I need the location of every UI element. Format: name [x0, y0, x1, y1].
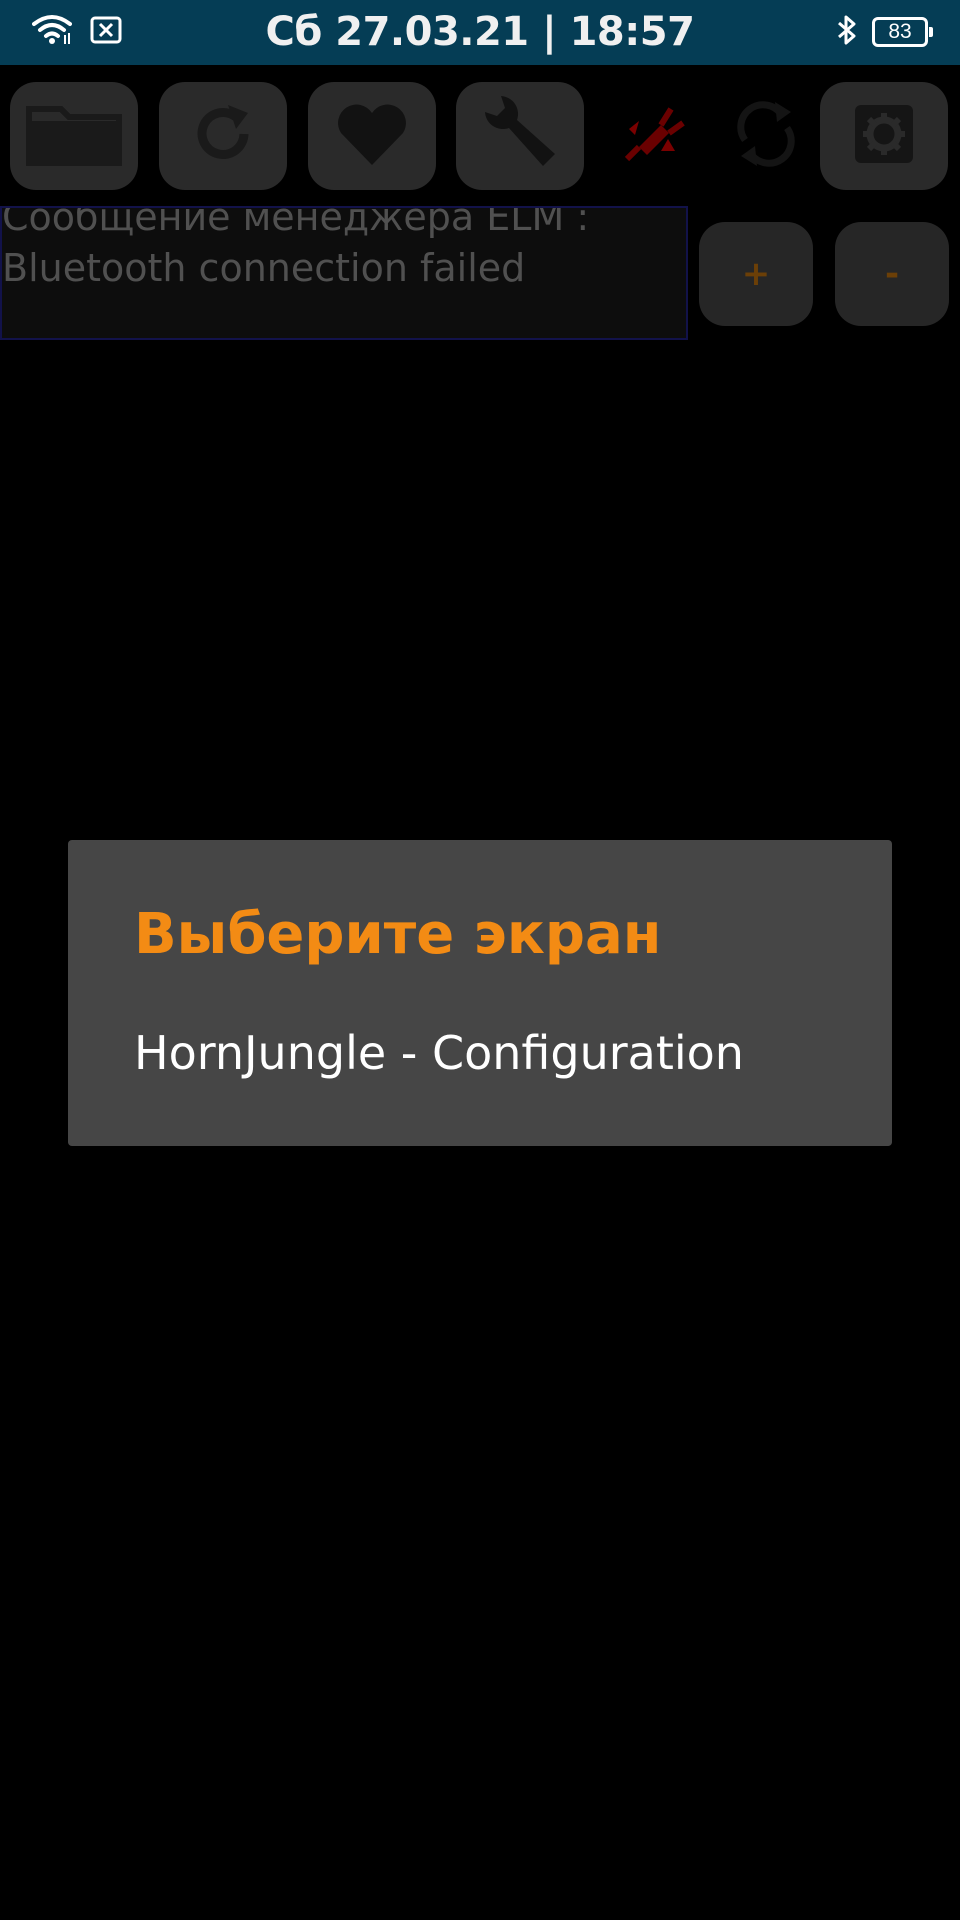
tools-button[interactable] — [456, 82, 584, 190]
battery-icon: 83 — [872, 17, 933, 47]
gear-icon — [849, 99, 919, 173]
settings-button[interactable] — [820, 82, 948, 190]
refresh-button[interactable] — [159, 82, 287, 190]
elm-message-box: Сообщение менеджера ELM : Bluetooth conn… — [0, 206, 688, 340]
connection-status[interactable] — [592, 82, 720, 190]
refresh-icon — [188, 99, 258, 173]
status-bar: Сб 27.03.21 | 18:57 83 — [0, 0, 960, 65]
select-screen-dialog: Выберите экран HornJungle - Configuratio… — [68, 840, 892, 1146]
zoom-out-button[interactable]: - — [835, 222, 949, 326]
status-datetime: Сб 27.03.21 | 18:57 — [265, 9, 695, 55]
wrench-icon — [475, 94, 565, 178]
dialog-title: Выберите экран — [134, 902, 662, 967]
status-right-icons: 83 — [836, 14, 933, 50]
sync-button[interactable] — [702, 82, 830, 190]
zoom-in-button[interactable]: + — [699, 222, 813, 326]
heart-icon — [335, 101, 409, 171]
folder-icon — [19, 99, 129, 173]
folder-button[interactable] — [10, 82, 138, 190]
bluetooth-icon — [836, 14, 858, 50]
elm-message-line-2: Bluetooth connection failed — [2, 246, 526, 290]
sync-icon — [731, 96, 801, 176]
disconnected-plug-icon — [621, 99, 691, 173]
favorites-button[interactable] — [308, 82, 436, 190]
elm-message-text: Сообщение менеджера ELM : Bluetooth conn… — [2, 206, 686, 294]
elm-message-line-1: Сообщение менеджера ELM : — [2, 206, 590, 239]
dialog-list-item[interactable]: HornJungle - Configuration — [134, 1026, 744, 1080]
